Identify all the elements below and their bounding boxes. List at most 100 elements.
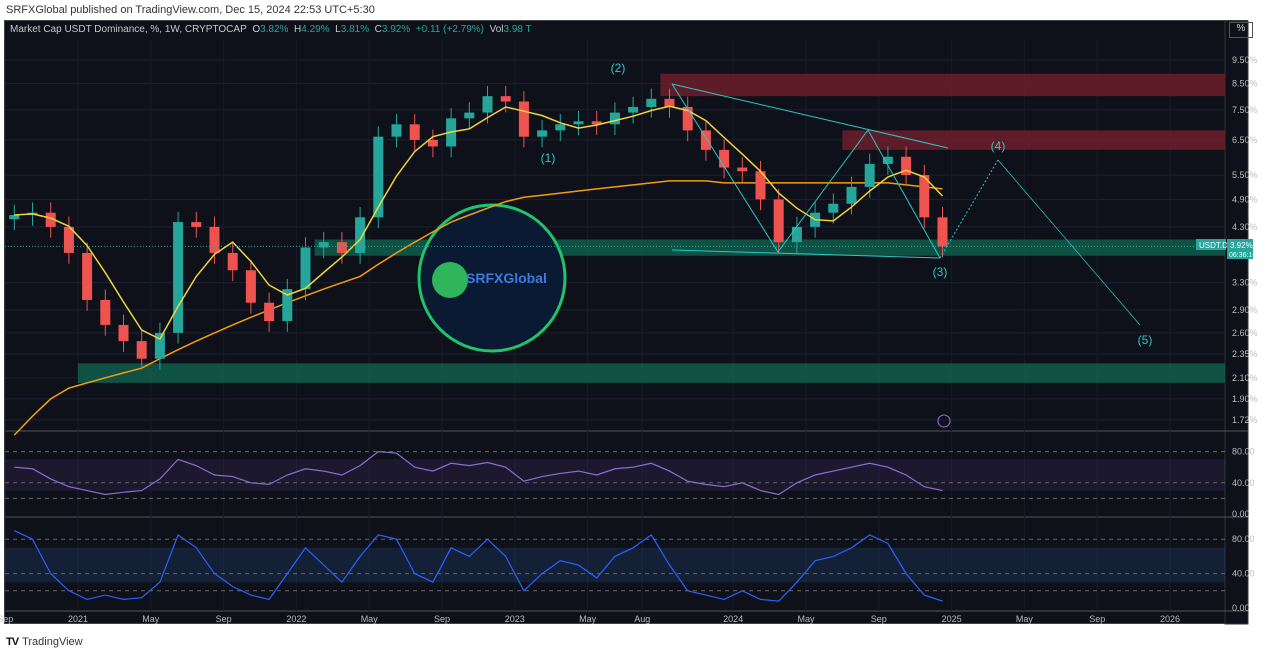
x-tick-label: May <box>797 614 815 624</box>
x-tick-label: Sep <box>216 614 232 624</box>
candle <box>864 163 875 187</box>
volume-label: Vol <box>489 24 504 35</box>
candle <box>482 96 493 113</box>
tradingview-label: TradingView <box>22 636 83 648</box>
rsi-tick-label: 0.00 <box>1232 509 1250 519</box>
open-value: 3.82% <box>260 24 289 35</box>
stoch-tick-label: 0.00 <box>1232 603 1250 613</box>
candle <box>173 222 184 333</box>
candle <box>737 167 748 172</box>
y-tick-label: 6.50% <box>1232 135 1258 145</box>
candle <box>336 242 347 253</box>
candle <box>300 247 311 290</box>
change-value: +0.11 (+2.79%) <box>415 24 485 35</box>
scale-percent-button[interactable]: % <box>1229 22 1253 38</box>
candle <box>373 136 384 218</box>
wave-label: (4) <box>991 139 1006 153</box>
candle <box>245 270 256 303</box>
candle <box>573 121 584 125</box>
x-tick-label: 2021 <box>68 614 88 624</box>
candle <box>500 96 511 102</box>
close-value: 3.92% <box>381 24 411 35</box>
candle <box>646 98 657 107</box>
candle <box>464 112 475 119</box>
y-tick-label: 2.60% <box>1232 328 1258 338</box>
low-value: 3.81% <box>340 24 370 35</box>
candle <box>700 130 711 150</box>
stoch-tick-label: 40.00 <box>1232 569 1255 579</box>
ticker-badge-text: USDT.D <box>1199 241 1228 250</box>
y-tick-label: 1.72% <box>1232 415 1258 425</box>
candle <box>227 252 238 271</box>
y-tick-label: 3.30% <box>1232 278 1258 288</box>
candle <box>391 124 402 137</box>
candle <box>118 324 129 342</box>
y-tick-label: 2.35% <box>1232 349 1258 359</box>
candle <box>719 149 730 168</box>
candle <box>409 124 420 140</box>
wave-label: (2) <box>611 61 626 75</box>
x-tick-label: 2024 <box>723 614 743 624</box>
y-tick-label: 7.50% <box>1232 105 1258 115</box>
candle <box>209 226 220 253</box>
x-tick-label: Sep <box>0 614 13 624</box>
symbol-legend: Market Cap USDT Dominance, %, 1W, CRYPTO… <box>10 24 532 35</box>
y-tick-label: 2.90% <box>1232 305 1258 315</box>
tradingview-footer[interactable]: TV TradingView <box>6 636 83 648</box>
x-tick-label: May <box>579 614 597 624</box>
volume-value: 3.98 T <box>503 24 532 35</box>
alert-icon <box>937 414 951 428</box>
candle <box>791 226 802 243</box>
y-tick-label: 8.50% <box>1232 78 1258 88</box>
tradingview-logo-icon: TV <box>6 636 19 648</box>
x-tick-label: May <box>1016 614 1034 624</box>
high-value: 4.29% <box>301 24 330 35</box>
y-tick-label: 2.10% <box>1232 373 1258 383</box>
watermark-logo-text: SRFXGlobal <box>466 270 547 286</box>
y-tick-label: 5.50% <box>1232 170 1258 180</box>
candle <box>882 156 893 164</box>
wave-label: (5) <box>1138 333 1153 347</box>
x-tick-label: 2026 <box>1160 614 1180 624</box>
x-tick-label: Aug <box>634 614 650 624</box>
candle <box>773 199 784 243</box>
rsi-tick-label: 80.00 <box>1232 447 1255 457</box>
y-tick-label: 1.90% <box>1232 394 1258 404</box>
candle <box>537 130 548 137</box>
chart-canvas[interactable]: 9.50% 8.50% 7.50% 6.50% 5.50% 4.90% 4.30% 3.30%… <box>0 0 1280 654</box>
candle <box>828 203 839 213</box>
candle <box>609 112 620 125</box>
open-label: O <box>252 24 261 35</box>
y-tick-label: 9.50% <box>1232 55 1258 65</box>
candle <box>555 124 566 131</box>
candle <box>355 217 366 253</box>
stoch-tick-label: 80.00 <box>1232 534 1255 544</box>
candle <box>9 215 20 220</box>
candle <box>846 186 857 204</box>
close-label: C <box>374 24 382 35</box>
resistance-zone <box>660 73 1225 97</box>
candle <box>82 252 93 300</box>
candle <box>264 302 275 322</box>
candle <box>191 222 202 227</box>
y-tick-label: 4.90% <box>1232 194 1258 204</box>
x-tick-label: May <box>361 614 379 624</box>
symbol-name: Market Cap USDT Dominance, %, 1W, CRYPTO… <box>10 24 247 35</box>
globe-icon <box>432 262 468 298</box>
wave-label: (1) <box>541 151 556 165</box>
x-tick-label: 2022 <box>286 614 306 624</box>
resistance-zone <box>842 130 1225 150</box>
x-tick-label: 2025 <box>942 614 962 624</box>
candle <box>937 217 948 247</box>
y-tick-label: 4.30% <box>1232 222 1258 232</box>
stoch-band <box>5 547 1225 583</box>
rsi-tick-label: 40.00 <box>1232 478 1255 488</box>
candle <box>628 106 639 113</box>
support-zone <box>78 363 1225 383</box>
rsi-band <box>5 459 1225 491</box>
x-tick-label: Sep <box>871 614 887 624</box>
last-price-value: 3.92% <box>1230 241 1253 250</box>
countdown-timer: 06:36:16 <box>1229 252 1256 259</box>
candle <box>136 341 147 359</box>
candle <box>518 101 529 137</box>
